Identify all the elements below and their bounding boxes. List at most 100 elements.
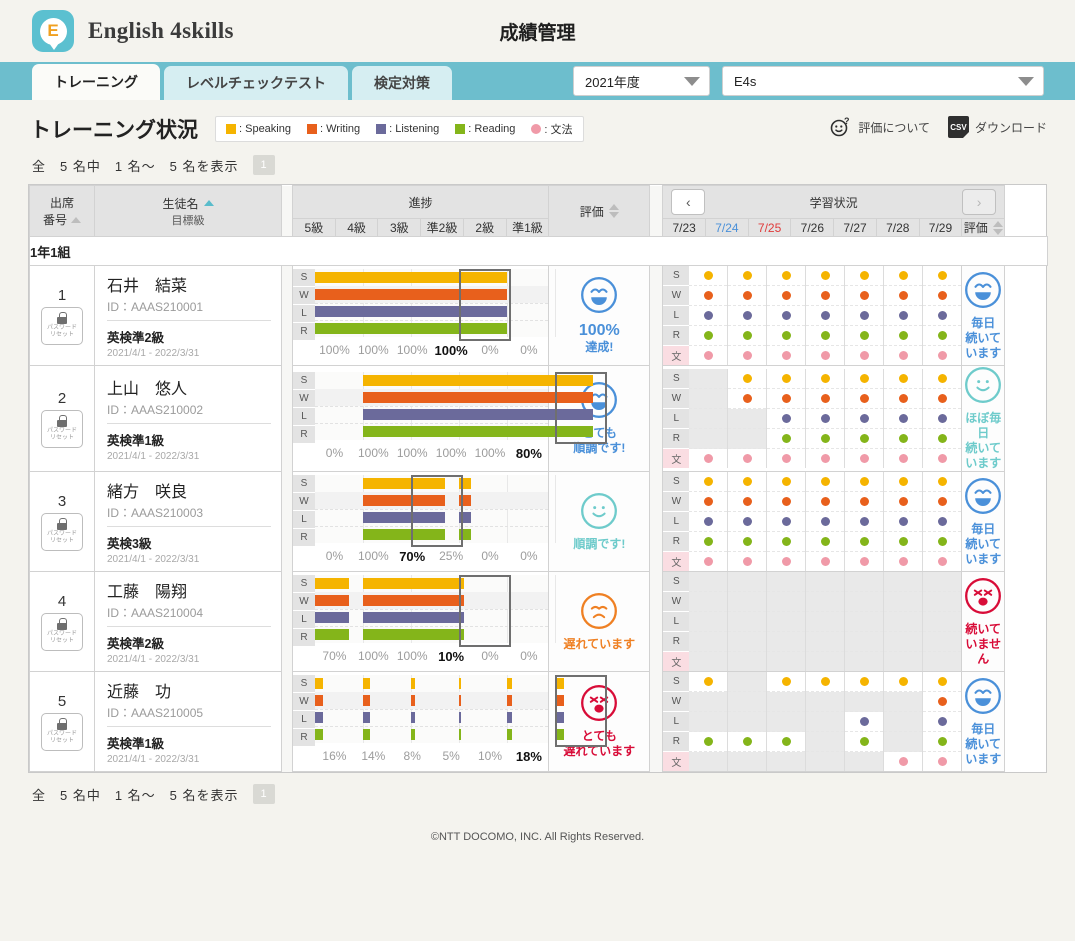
study-dot (781, 517, 791, 526)
password-reset-button[interactable]: パスワード リセット (41, 512, 83, 551)
study-dot-cell (923, 429, 962, 449)
study-dot (820, 537, 830, 546)
study-dot-cell (845, 572, 884, 592)
study-dot (859, 454, 869, 463)
header-attendance-number[interactable]: 出席 番号 (29, 185, 95, 237)
student-name[interactable]: 工藤 陽翔 (107, 578, 271, 602)
attendance-number: 5 (57, 692, 67, 710)
pagination-page-top[interactable]: 1 (252, 155, 275, 175)
progress-percent-label: 100% (435, 446, 467, 460)
study-dot (781, 351, 791, 360)
password-reset-button[interactable]: パスワード リセット (41, 409, 83, 448)
progress-percent-label: 100% (396, 343, 428, 357)
study-dot-cell (767, 732, 806, 752)
study-dot-cell (728, 672, 767, 692)
dot-row-label-R: R (663, 732, 690, 752)
progress-bar (315, 578, 349, 589)
cell-progress-evaluation: とても 遅れています (548, 671, 651, 772)
prev-week-button[interactable]: ‹ (671, 189, 706, 215)
password-reset-button[interactable]: パスワード リセット (41, 612, 83, 651)
header-progress-eval[interactable]: 評価 (548, 185, 651, 237)
legend-swatch-icon (531, 124, 542, 134)
header-student-name-label: 生徒名 (162, 196, 199, 211)
sort-asc-icon[interactable] (203, 200, 214, 206)
study-dot-cell (767, 652, 806, 671)
spacer-left (281, 185, 293, 237)
progress-percent-label: 80% (515, 446, 542, 461)
cell-study-dots: SWLR文 (662, 471, 963, 572)
study-dot (820, 557, 830, 566)
student-name[interactable]: 緒方 咲良 (107, 478, 271, 502)
study-dot-cell (728, 572, 767, 592)
study-dot (859, 414, 869, 423)
skill-label-R: R (300, 326, 308, 337)
study-dot (937, 737, 947, 746)
study-dot (898, 291, 908, 300)
dot-row-label-W: W (663, 692, 690, 712)
study-dot (703, 737, 713, 746)
school-select[interactable]: E4s (722, 66, 1044, 96)
attendance-number: 3 (57, 492, 67, 510)
study-dot-cell (923, 612, 962, 632)
password-reset-label-2: リセット (49, 538, 74, 544)
student-name[interactable]: 上山 悠人 (107, 375, 271, 399)
study-dot-cell (728, 492, 767, 512)
study-evaluation-line-2: 続いています (965, 736, 1002, 766)
study-dot (937, 311, 947, 320)
study-dot-cell (767, 552, 805, 571)
download-button[interactable]: CSV ダウンロード (947, 116, 1047, 138)
study-dot-cell (767, 409, 806, 429)
study-dot-cell (845, 306, 884, 326)
study-dot (937, 374, 947, 383)
section-header: トレーニング状況 : Speaking: Writing: Listening:… (0, 108, 1075, 150)
tab-exam-prep[interactable]: 検定対策 (352, 66, 452, 100)
progress-percent-label: 0% (481, 343, 499, 357)
study-dot-cell (689, 572, 728, 592)
progress-bar (363, 375, 411, 386)
cell-student-info: 近藤 功 ID：AAAS210005 英検準1級 2021/4/1 - 2022/3/… (94, 671, 282, 772)
study-evaluation-line-1: 毎日 (971, 721, 996, 736)
sort-icon[interactable] (608, 204, 619, 218)
skill-label-W: W (293, 287, 315, 305)
study-dot (781, 477, 791, 486)
skill-label-column: SWLR (293, 575, 315, 646)
password-reset-button[interactable]: パスワード リセット (41, 712, 83, 751)
progress-bar (363, 729, 370, 740)
study-dot-cell (806, 266, 845, 286)
tab-level-check-test[interactable]: レベルチェックテスト (164, 66, 348, 100)
progress-bar (363, 529, 411, 540)
header-study-status-bar: ‹ 学習状況 › (662, 185, 1006, 219)
dot-label-column: SWLR文 (663, 672, 690, 771)
study-dot (742, 271, 752, 280)
study-dot-cell (689, 732, 728, 752)
tab-training[interactable]: トレーニング (32, 64, 160, 100)
study-day-column (728, 672, 768, 771)
year-select[interactable]: 2021年度 (573, 66, 710, 96)
study-dot (781, 497, 791, 506)
header-study-eval[interactable]: 評価 (961, 218, 1006, 237)
about-evaluation-button[interactable]: ? 評価について (830, 117, 930, 137)
header-student-name[interactable]: 生徒名 目標級 (94, 185, 282, 237)
password-reset-label-2: リセット (49, 435, 74, 441)
study-dot-grid: SWLR文 (663, 266, 962, 365)
header-attendance-line1: 出席 (49, 196, 74, 210)
student-name[interactable]: 近藤 功 (107, 678, 271, 702)
password-reset-button[interactable]: パスワード リセット (41, 306, 83, 345)
study-evaluation-line-2: 続いていません (965, 621, 1002, 666)
sort-asc-icon[interactable] (71, 216, 81, 223)
study-evaluation-line-2: 続いています (965, 330, 1002, 360)
progress-bar (363, 578, 411, 589)
study-evaluation-line-1: ほぼ毎日 (965, 411, 1002, 440)
row-spacer-left (281, 471, 293, 572)
sort-icon[interactable] (992, 220, 1003, 235)
study-dot-cell (884, 532, 923, 552)
next-week-button[interactable]: › (962, 189, 997, 215)
student-name[interactable]: 石井 結菜 (107, 272, 271, 296)
progress-bar (459, 595, 464, 606)
progress-percent-label: 10% (477, 749, 503, 763)
pagination-page-bottom[interactable]: 1 (252, 784, 275, 804)
cell-study-dots: SWLR文 (662, 671, 963, 772)
study-dot-cell (767, 389, 806, 409)
header-progress-eval-label: 評価 (579, 204, 604, 219)
legend-label: : Reading (468, 123, 516, 135)
